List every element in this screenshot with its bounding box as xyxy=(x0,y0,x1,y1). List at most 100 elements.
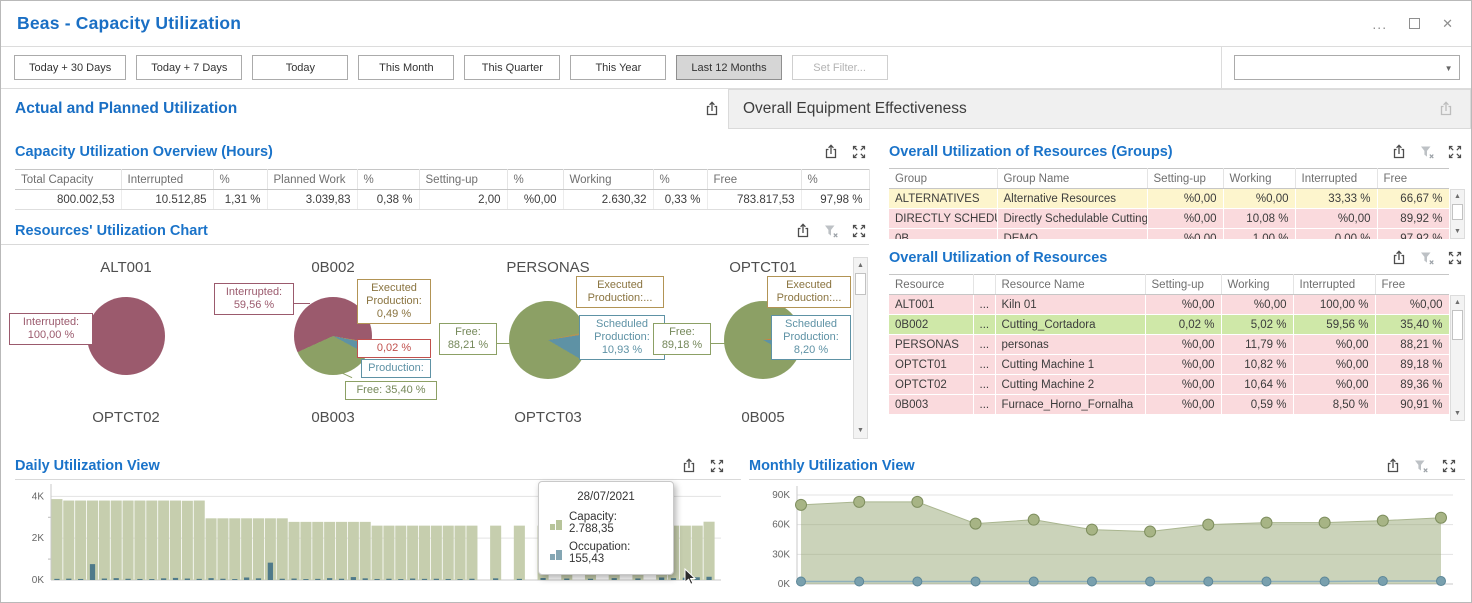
groups-table[interactable]: GroupGroup NameSetting-upWorkingInterrup… xyxy=(889,168,1449,239)
column-header[interactable]: Free xyxy=(1375,275,1449,295)
table-cell: %0,00 xyxy=(1295,209,1377,229)
scroll-up-icon[interactable]: ▲ xyxy=(1451,296,1464,309)
column-header[interactable]: % xyxy=(507,170,563,190)
column-header[interactable]: Free xyxy=(1377,169,1449,189)
column-header[interactable]: % xyxy=(653,170,707,190)
table-row[interactable]: PERSONAS...personas%0,0011,79 %%0,0088,2… xyxy=(889,335,1449,355)
row-link[interactable]: ... xyxy=(973,295,995,315)
table-cell: 10.512,85 xyxy=(121,190,213,210)
column-header[interactable]: Group xyxy=(889,169,997,189)
resources-table[interactable]: Resource Resource NameSetting-upWorkingIn… xyxy=(889,274,1449,415)
scrollbar-thumb[interactable] xyxy=(1452,204,1463,220)
column-header[interactable]: Interrupted xyxy=(1295,169,1377,189)
expand-icon[interactable] xyxy=(849,143,869,161)
column-header[interactable]: Resource Name xyxy=(995,275,1145,295)
filter-button-this-month[interactable]: This Month xyxy=(358,55,454,80)
resource-dropdown[interactable]: ▼ xyxy=(1234,55,1460,80)
column-header[interactable]: Total Capacity xyxy=(15,170,121,190)
expand-icon[interactable] xyxy=(1439,457,1459,475)
filter-button-today-plus-7[interactable]: Today + 7 Days xyxy=(136,55,242,80)
column-header[interactable]: Group Name xyxy=(997,169,1147,189)
filter-button-today[interactable]: Today xyxy=(252,55,348,80)
pie-area-scrollbar[interactable]: ▲ ▼ xyxy=(853,257,868,439)
column-header[interactable] xyxy=(973,275,995,295)
pie-chart-alt001[interactable] xyxy=(87,297,165,375)
monthly-area-chart[interactable]: 0K30K60K90K xyxy=(749,480,1472,598)
table-cell: 89,18 % xyxy=(1375,355,1449,375)
column-header[interactable]: % xyxy=(357,170,419,190)
filter-clear-icon[interactable] xyxy=(1417,143,1437,161)
column-header[interactable]: % xyxy=(801,170,869,190)
capacity-overview-table[interactable]: Total CapacityInterrupted%Planned Work%S… xyxy=(15,169,870,210)
table-row[interactable]: 0B003...Furnace_Horno_Fornalha%0,000,59 … xyxy=(889,395,1449,415)
set-filter-button[interactable]: Set Filter... xyxy=(792,55,888,80)
column-header[interactable]: Setting-up xyxy=(419,170,507,190)
scroll-down-icon[interactable]: ▼ xyxy=(1451,225,1464,238)
table-row[interactable]: 800.002,5310.512,851,31 %3.039,830,38 %2… xyxy=(15,190,869,210)
column-header[interactable]: Planned Work xyxy=(267,170,357,190)
table-row[interactable]: ALT001...Kiln 01%0,00%0,00100,00 %%0,00 xyxy=(889,295,1449,315)
table-row[interactable]: DIRECTLY SCHEDU...Directly Schedulable C… xyxy=(889,209,1449,229)
table-row[interactable]: OPTCT01...Cutting Machine 1%0,0010,82 %%… xyxy=(889,355,1449,375)
pie-callout: Free: 88,21 % xyxy=(439,323,497,355)
export-icon[interactable] xyxy=(821,143,841,161)
column-header[interactable]: Working xyxy=(563,170,653,190)
more-options-icon[interactable]: ... xyxy=(1372,16,1387,32)
filter-clear-icon[interactable] xyxy=(821,222,841,240)
expand-icon[interactable] xyxy=(849,222,869,240)
column-header[interactable]: Setting-up xyxy=(1147,169,1223,189)
scrollbar-thumb[interactable] xyxy=(1452,310,1463,340)
column-header[interactable]: Resource xyxy=(889,275,973,295)
row-link[interactable]: ... xyxy=(973,355,995,375)
scrollbar-thumb[interactable] xyxy=(855,273,866,295)
table-row[interactable]: ALTERNATIVESAlternative Resources%0,00%0… xyxy=(889,189,1449,209)
scroll-down-icon[interactable]: ▼ xyxy=(1451,407,1464,420)
export-icon[interactable] xyxy=(1383,457,1403,475)
scroll-up-icon[interactable]: ▲ xyxy=(1451,190,1464,203)
column-header[interactable]: Working xyxy=(1223,169,1295,189)
close-icon[interactable]: ✕ xyxy=(1442,16,1453,32)
tab-actual-planned-utilization[interactable]: Actual and Planned Utilization xyxy=(1,89,728,129)
column-header[interactable]: % xyxy=(213,170,267,190)
column-header[interactable]: Working xyxy=(1221,275,1293,295)
row-link[interactable]: ... xyxy=(973,395,995,415)
column-header[interactable]: Interrupted xyxy=(121,170,213,190)
maximize-icon[interactable] xyxy=(1409,18,1420,29)
export-icon[interactable] xyxy=(793,222,813,240)
export-icon[interactable] xyxy=(679,457,699,475)
filter-button-last-12-months[interactable]: Last 12 Months xyxy=(676,55,781,80)
expand-icon[interactable] xyxy=(1445,249,1465,267)
export-icon[interactable] xyxy=(1436,100,1456,118)
column-header[interactable]: Free xyxy=(707,170,801,190)
filter-button-this-quarter[interactable]: This Quarter xyxy=(464,55,560,80)
groups-table-scrollbar[interactable]: ▲ ▼ xyxy=(1450,189,1465,239)
daily-bar-chart[interactable]: 0K2K4K 28/07/2021 Capacity: 2.788,35 Occ… xyxy=(15,480,741,598)
table-cell: ALTERNATIVES xyxy=(889,189,997,209)
table-cell: 0B003 xyxy=(889,395,973,415)
row-link[interactable]: ... xyxy=(973,315,995,335)
scroll-down-icon[interactable]: ▼ xyxy=(854,424,867,437)
expand-icon[interactable] xyxy=(707,457,727,475)
export-icon[interactable] xyxy=(1389,249,1409,267)
row-link[interactable]: ... xyxy=(973,335,995,355)
filter-clear-icon[interactable] xyxy=(1417,249,1437,267)
pie-chart-personas[interactable] xyxy=(509,301,587,379)
table-cell: 90,91 % xyxy=(1375,395,1449,415)
expand-icon[interactable] xyxy=(1445,143,1465,161)
filter-button-this-year[interactable]: This Year xyxy=(570,55,666,80)
table-row[interactable]: 0B002...Cutting_Cortadora0,02 %5,02 %59,… xyxy=(889,315,1449,335)
pie-title: 0B002 xyxy=(311,259,354,276)
export-icon[interactable] xyxy=(702,100,722,118)
filter-button-today-plus-30[interactable]: Today + 30 Days xyxy=(14,55,126,80)
column-header[interactable]: Interrupted xyxy=(1293,275,1375,295)
table-row[interactable]: OPTCT02...Cutting Machine 2%0,0010,64 %%… xyxy=(889,375,1449,395)
resources-pie-chart-area[interactable]: ALT001 0B002 PERSONAS OPTCT01 Interrupte… xyxy=(1,251,849,447)
filter-clear-icon[interactable] xyxy=(1411,457,1431,475)
column-header[interactable]: Setting-up xyxy=(1145,275,1221,295)
tab-overall-equipment-effectiveness[interactable]: Overall Equipment Effectiveness xyxy=(728,89,1471,129)
export-icon[interactable] xyxy=(1389,143,1409,161)
scroll-up-icon[interactable]: ▲ xyxy=(854,259,867,272)
row-link[interactable]: ... xyxy=(973,375,995,395)
resources-table-scrollbar[interactable]: ▲ ▼ xyxy=(1450,295,1465,421)
table-row[interactable]: 0BDEMO%0,001,00 %0,00 %97,92 % xyxy=(889,229,1449,240)
